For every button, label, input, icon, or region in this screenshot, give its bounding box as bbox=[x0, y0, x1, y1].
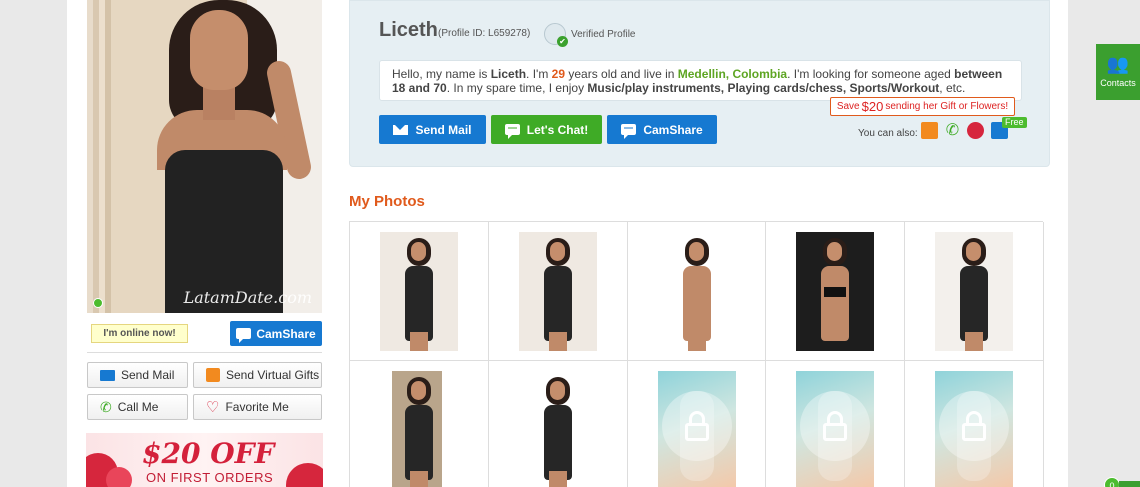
main-profile-photo[interactable]: LatamDate.com bbox=[87, 0, 322, 313]
photo-thumbnail[interactable] bbox=[380, 232, 458, 351]
banner-subline: ON FIRST ORDERS bbox=[146, 470, 274, 485]
contacts-label: Contacts bbox=[1100, 78, 1136, 88]
contacts-panel-button[interactable]: 👥 Contacts bbox=[1096, 44, 1140, 100]
send-mail-label: Send Mail bbox=[415, 122, 472, 137]
free-badge: Free bbox=[1002, 117, 1027, 128]
photo-grid bbox=[349, 221, 1044, 487]
verified-label: Verified Profile bbox=[571, 29, 636, 40]
lets-chat-button[interactable]: Let's Chat! bbox=[491, 115, 602, 144]
phone-icon[interactable]: ✆ bbox=[944, 122, 961, 139]
photo-cell[interactable] bbox=[905, 222, 1044, 361]
flowers-icon[interactable] bbox=[967, 122, 984, 139]
profile-bio: Hello, my name is Liceth. I'm 29 years o… bbox=[379, 60, 1022, 101]
photo-thumbnail[interactable] bbox=[796, 232, 875, 351]
photo-thumbnail[interactable] bbox=[518, 232, 597, 351]
notification-counter[interactable]: 0 bbox=[1104, 477, 1120, 487]
photo-cell[interactable] bbox=[766, 222, 906, 361]
send-mail-label: Send Mail bbox=[121, 368, 175, 382]
gift-icon bbox=[206, 368, 220, 382]
camshare-label: CamShare bbox=[256, 326, 316, 341]
chat-icon bbox=[504, 124, 520, 139]
photo-thumbnail[interactable] bbox=[380, 371, 458, 487]
camshare-icon bbox=[236, 328, 252, 343]
camshare-button-left[interactable]: CamShare bbox=[230, 321, 322, 346]
heart-icon: ♡ bbox=[206, 399, 220, 416]
photo-cell-locked[interactable] bbox=[766, 361, 906, 487]
profile-id: (Profile ID: L659278) bbox=[438, 28, 531, 39]
photo-cell[interactable] bbox=[489, 361, 628, 487]
mail-icon bbox=[100, 369, 115, 381]
my-photos-heading: My Photos bbox=[349, 193, 425, 210]
chat-bar-edge[interactable] bbox=[1119, 481, 1140, 487]
photo-thumbnail[interactable] bbox=[657, 232, 736, 351]
photo-thumbnail[interactable] bbox=[935, 232, 1014, 351]
online-status-dot bbox=[93, 298, 103, 308]
photo-cell[interactable] bbox=[350, 222, 489, 361]
can-also-label: You can also: bbox=[858, 128, 918, 139]
photo-watermark: LatamDate.com bbox=[183, 288, 312, 307]
phone-icon: ✆ bbox=[100, 398, 112, 415]
send-mail-button[interactable]: Send Mail bbox=[379, 115, 486, 144]
locked-photo-thumbnail[interactable] bbox=[935, 371, 1014, 487]
divider bbox=[87, 352, 322, 353]
send-gifts-label: Send Virtual Gifts bbox=[226, 368, 320, 382]
profile-card: Liceth (Profile ID: L659278) Verified Pr… bbox=[349, 0, 1050, 167]
photo-cell-locked[interactable] bbox=[905, 361, 1044, 487]
call-me-label: Call Me bbox=[117, 400, 159, 414]
page-content: LatamDate.com I'm online now! CamShare S… bbox=[67, 0, 1068, 487]
photo-cell[interactable] bbox=[488, 222, 628, 361]
promo-banner[interactable]: $20 OFF ON FIRST ORDERS bbox=[86, 433, 323, 487]
call-me-button[interactable]: ✆ Call Me bbox=[87, 394, 188, 420]
send-mail-button-left[interactable]: Send Mail bbox=[87, 362, 188, 388]
camshare-label: CamShare bbox=[643, 122, 703, 137]
send-virtual-gifts-button[interactable]: Send Virtual Gifts bbox=[193, 362, 322, 388]
people-icon: 👥 bbox=[1106, 54, 1130, 74]
verified-icon bbox=[544, 23, 568, 47]
photo-cell[interactable] bbox=[350, 361, 489, 487]
favorite-me-label: Favorite Me bbox=[225, 400, 289, 414]
photo-cell[interactable] bbox=[627, 222, 767, 361]
locked-photo-thumbnail[interactable] bbox=[796, 371, 875, 487]
online-now-tag: I'm online now! bbox=[91, 324, 188, 343]
photo-cell-locked[interactable] bbox=[628, 361, 767, 487]
mail-icon bbox=[393, 124, 409, 135]
favorite-me-button[interactable]: ♡ Favorite Me bbox=[193, 394, 322, 420]
camshare-button[interactable]: CamShare bbox=[607, 115, 717, 144]
gift-icon[interactable] bbox=[921, 122, 938, 139]
camshare-icon bbox=[621, 124, 637, 139]
banner-headline: $20 OFF bbox=[142, 437, 275, 470]
lets-chat-label: Let's Chat! bbox=[526, 122, 589, 137]
profile-name: Liceth bbox=[379, 19, 438, 41]
save-promo-tooltip[interactable]: Save $20 sending her Gift or Flowers! bbox=[830, 97, 1015, 116]
locked-photo-thumbnail[interactable] bbox=[657, 371, 736, 487]
photo-thumbnail[interactable] bbox=[518, 371, 597, 487]
